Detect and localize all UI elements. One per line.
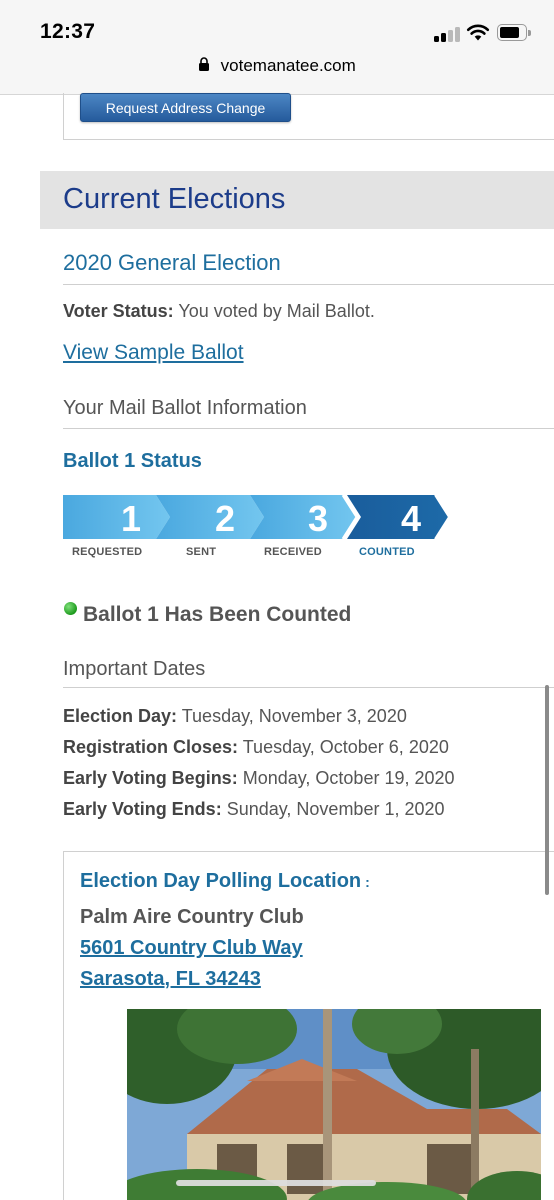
date-label: Election Day: [63,706,178,726]
polling-location-title-colon: : [365,874,370,890]
polling-location-title: Election Day Polling Location: [80,870,370,893]
home-indicator[interactable] [176,1180,376,1186]
step-4-number: 4 [401,498,421,539]
request-address-change-button[interactable]: Request Address Change [80,93,291,122]
step-3-number: 3 [308,498,328,539]
date-label: Registration Closes: [63,737,239,757]
date-label: Early Voting Ends: [63,799,222,819]
divider [63,687,554,688]
url-bar[interactable]: votemanatee.com [0,56,554,84]
date-row: Registration Closes: Tuesday, October 6,… [63,737,449,758]
voter-status: Voter Status: You voted by Mail Ballot. [63,301,375,322]
current-elections-header: Current Elections [40,171,554,229]
date-value: Tuesday, November 3, 2020 [181,706,407,726]
status-time: 12:37 [40,20,96,43]
ballot-progress-tracker: 1 2 3 4 [63,495,451,539]
polling-city-link[interactable]: Sarasota, FL 34243 [80,968,261,991]
important-dates-heading: Important Dates [63,658,206,680]
divider [63,428,554,429]
view-sample-ballot-link[interactable]: View Sample Ballot [63,341,244,365]
date-value: Sunday, November 1, 2020 [226,799,445,819]
polling-address-link[interactable]: 5601 Country Club Way [80,937,303,960]
page-content: Request Address Change Current Elections… [0,93,554,1200]
mail-ballot-heading: Your Mail Ballot Information [63,397,307,419]
ballot-status-heading: Ballot 1 Status [63,450,202,472]
step-2-label: SENT [186,546,217,558]
polling-location-photo [127,1009,541,1200]
date-row: Early Voting Ends: Sunday, November 1, 2… [63,799,445,820]
section-title: Current Elections [63,183,286,215]
url-text: votemanatee.com [220,56,356,75]
lock-icon [199,57,210,71]
date-value: Tuesday, October 6, 2020 [242,737,449,757]
date-label: Early Voting Begins: [63,768,238,788]
step-4-chevron [347,495,449,539]
divider [63,284,554,285]
step-1-number: 1 [121,498,141,539]
date-row: Early Voting Begins: Monday, October 19,… [63,768,455,789]
battery-icon [497,24,531,42]
polling-location-card: Election Day Polling Location: Palm Aire… [63,851,554,1200]
voter-status-value: You voted by Mail Ballot. [178,301,375,321]
step-3-chevron [250,495,357,539]
counted-status-icon [64,602,77,615]
address-card: Request Address Change [63,93,554,140]
step-2-number: 2 [215,498,235,539]
date-value: Monday, October 19, 2020 [242,768,455,788]
scrollbar[interactable] [545,685,549,895]
wifi-icon [466,24,490,41]
step-1-label: REQUESTED [72,546,143,558]
step-2-chevron [156,495,264,539]
step-3-label: RECEIVED [264,546,322,558]
browser-chrome: 12:37 votemanatee.com [0,0,554,95]
polling-location-title-text: Election Day Polling Location [80,870,362,892]
polling-place-name: Palm Aire Country Club [80,906,304,928]
step-1-chevron [63,495,170,539]
cellular-signal-icon [434,27,461,42]
election-name: 2020 General Election [63,250,281,275]
ballot-result: Ballot 1 Has Been Counted [83,603,352,626]
voter-status-label: Voter Status: [63,301,174,321]
date-row: Election Day: Tuesday, November 3, 2020 [63,706,407,727]
step-4-label: COUNTED [359,546,415,558]
